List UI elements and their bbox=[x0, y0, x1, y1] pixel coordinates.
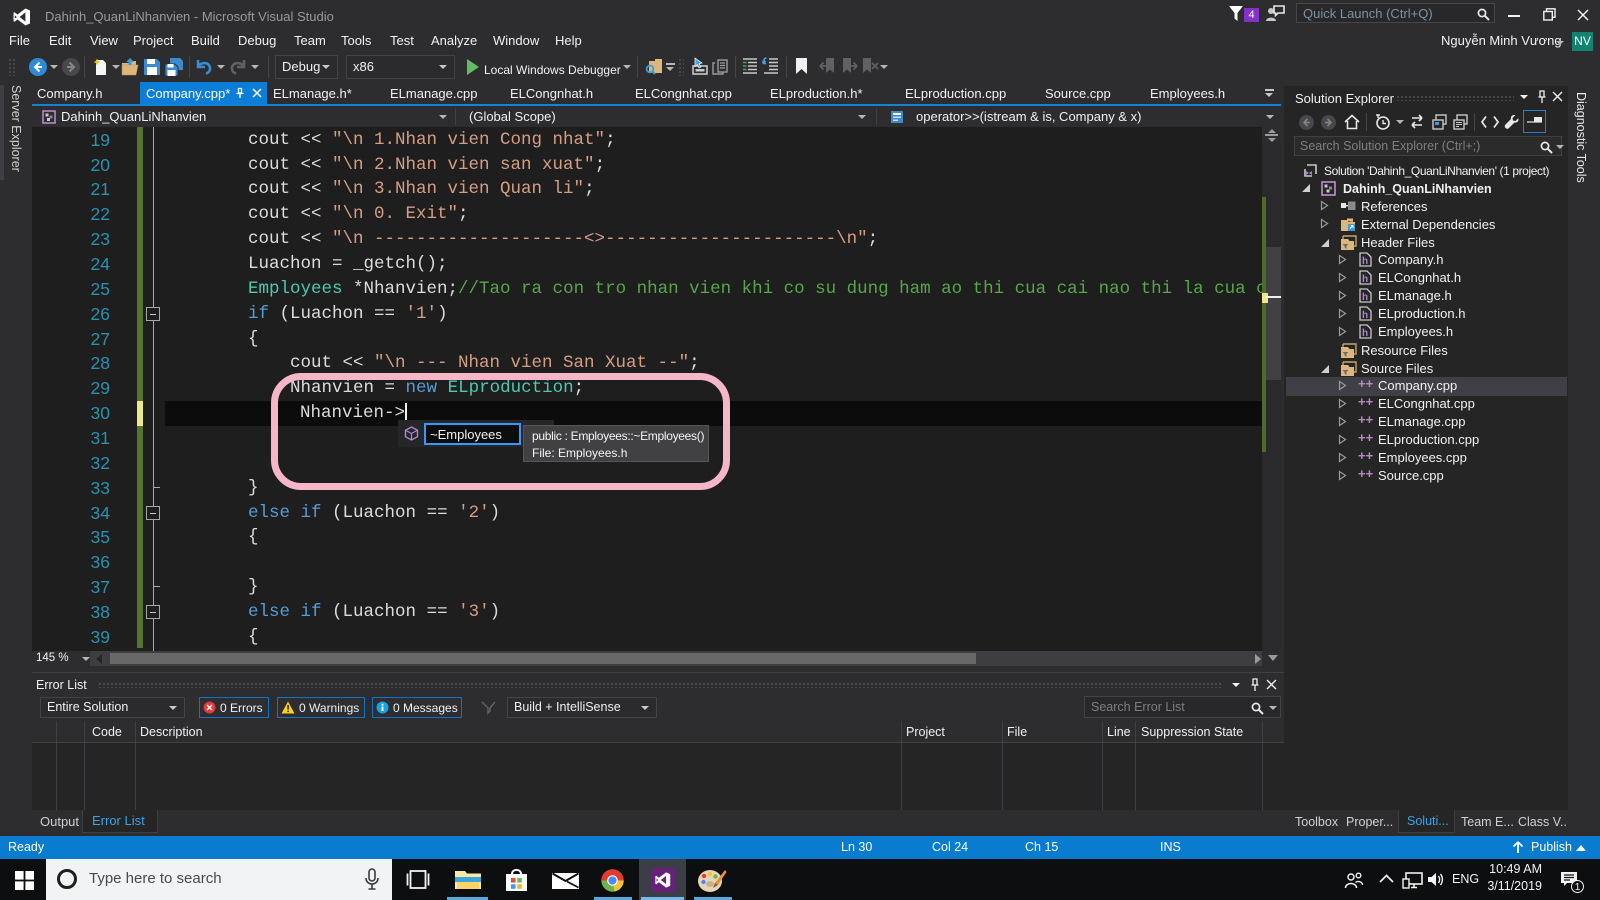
svg-text:h: h bbox=[1362, 310, 1368, 321]
svg-text:h: h bbox=[1362, 292, 1368, 303]
svg-text:h: h bbox=[1362, 256, 1368, 267]
svg-text:h: h bbox=[1362, 274, 1368, 285]
svg-text:h: h bbox=[1362, 328, 1368, 339]
